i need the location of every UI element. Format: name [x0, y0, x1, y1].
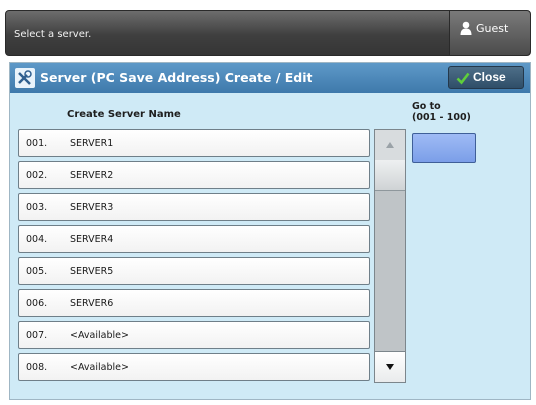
row-number: 008.	[26, 362, 48, 373]
chevron-up-icon	[386, 142, 394, 148]
goto-range: (001 - 100)	[412, 112, 471, 123]
close-label: Close	[473, 70, 506, 84]
guest-label: Guest	[476, 22, 509, 35]
row-number: 007.	[26, 330, 48, 341]
scroll-up-button[interactable]	[375, 130, 405, 161]
tools-icon	[15, 68, 35, 88]
check-icon	[456, 72, 470, 85]
server-row[interactable]: 008. <Available>	[18, 353, 370, 381]
server-name: SERVER1	[70, 138, 114, 149]
server-row[interactable]: 003. SERVER3	[18, 193, 370, 221]
row-number: 006.	[26, 298, 48, 309]
guest-login-button[interactable]: Guest	[449, 11, 530, 55]
server-name: SERVER6	[70, 298, 114, 309]
close-button[interactable]: Close	[448, 66, 524, 89]
server-name: SERVER2	[70, 170, 114, 181]
server-name: SERVER5	[70, 266, 114, 277]
status-message: Select a server.	[14, 29, 92, 40]
server-name: SERVER4	[70, 234, 114, 245]
row-number: 003.	[26, 202, 48, 213]
server-row[interactable]: 007. <Available>	[18, 321, 370, 349]
chevron-down-icon	[386, 364, 394, 370]
scroll-thumb[interactable]	[375, 160, 405, 191]
server-row[interactable]: 005. SERVER5	[18, 257, 370, 285]
scroll-down-button[interactable]	[375, 351, 405, 382]
row-number: 001.	[26, 138, 48, 149]
goto-input[interactable]	[412, 133, 476, 163]
server-panel: Server (PC Save Address) Create / Edit C…	[9, 62, 531, 400]
server-name: <Available>	[70, 330, 129, 341]
server-row[interactable]: 002. SERVER2	[18, 161, 370, 189]
page-title: Server (PC Save Address) Create / Edit	[40, 70, 313, 85]
column-header: Create Server Name	[67, 109, 181, 120]
list-scrollbar[interactable]	[374, 129, 406, 383]
server-row[interactable]: 004. SERVER4	[18, 225, 370, 253]
goto-label: Go to (001 - 100)	[412, 101, 471, 123]
row-number: 005.	[26, 266, 48, 277]
row-number: 002.	[26, 170, 48, 181]
server-row[interactable]: 001. SERVER1	[18, 129, 370, 157]
status-bar: Select a server. Guest	[5, 10, 531, 56]
server-row[interactable]: 006. SERVER6	[18, 289, 370, 317]
server-name: <Available>	[70, 362, 129, 373]
row-number: 004.	[26, 234, 48, 245]
panel-title-bar: Server (PC Save Address) Create / Edit C…	[10, 63, 530, 93]
server-name: SERVER3	[70, 202, 114, 213]
goto-title: Go to	[412, 101, 441, 112]
user-icon	[460, 21, 472, 35]
